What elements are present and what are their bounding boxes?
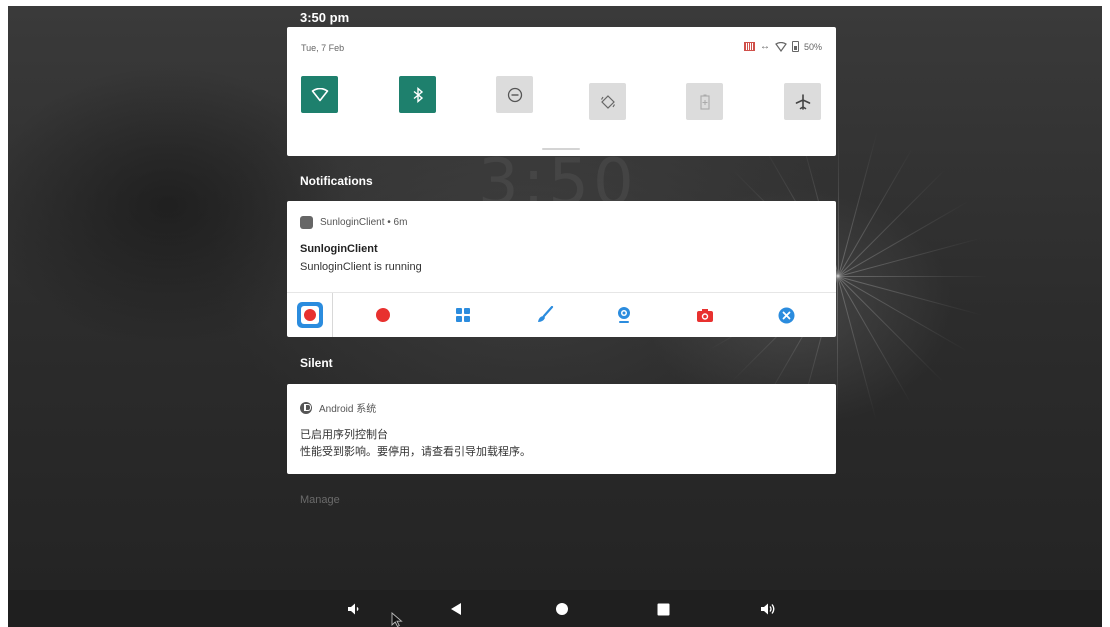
sunlogin-app-icon — [300, 216, 313, 229]
webcam-icon — [618, 307, 630, 323]
notification-text: 性能受到影响。要停用，请查看引导加载程序。 — [300, 446, 531, 458]
action-webcam[interactable] — [614, 305, 634, 325]
action-record[interactable] — [373, 305, 393, 325]
silent-header: Silent — [300, 356, 333, 370]
home-button[interactable] — [551, 598, 573, 620]
action-camera[interactable] — [695, 305, 715, 325]
status-bar-time: 3:50 pm — [300, 10, 350, 25]
back-button[interactable] — [445, 598, 467, 620]
battery-percent: 50% — [803, 41, 822, 52]
sim-card-icon — [743, 42, 755, 51]
mouse-cursor-icon — [391, 612, 403, 627]
auto-rotate-icon — [600, 94, 615, 109]
tile-wifi[interactable] — [301, 76, 338, 113]
tile-bluetooth[interactable] — [399, 76, 436, 113]
do-not-disturb-icon — [507, 87, 522, 102]
action-close[interactable] — [776, 305, 796, 325]
notification-app-row: SunloginClient • 6m — [300, 216, 407, 229]
action-brush[interactable] — [535, 305, 555, 325]
wifi-icon — [311, 87, 328, 101]
record-app-icon — [296, 302, 323, 328]
android-system-icon — [300, 401, 312, 414]
wifi-status-icon — [775, 41, 787, 52]
tile-auto-rotate[interactable] — [589, 83, 626, 120]
volume-down-button[interactable] — [343, 598, 365, 620]
brush-icon — [538, 306, 554, 322]
notification-app-row: Android 系统 — [300, 400, 376, 415]
data-transfer-icon: ↔ — [759, 41, 770, 52]
notification-app-name: Android 系统 — [319, 404, 377, 415]
navigation-bar — [8, 590, 1102, 627]
notification-title: 已启用序列控制台 — [300, 429, 388, 441]
action-record-app[interactable] — [287, 293, 333, 337]
close-circle-icon — [778, 307, 794, 323]
back-icon — [451, 603, 461, 615]
tile-airplane-mode[interactable] — [784, 83, 821, 120]
record-dot-icon — [376, 308, 390, 322]
notification-action-bar — [287, 292, 836, 337]
recents-button[interactable] — [652, 598, 674, 620]
manage-button[interactable]: Manage — [300, 494, 340, 506]
camera-icon — [697, 309, 713, 322]
panel-drag-handle[interactable] — [542, 148, 580, 150]
apps-grid-icon — [456, 308, 470, 322]
battery-saver-icon — [699, 94, 710, 110]
android-system-notification[interactable]: Android 系统 已启用序列控制台 性能受到影响。要停用，请查看引导加载程序… — [287, 384, 836, 474]
notifications-header: Notifications — [300, 174, 373, 188]
battery-icon — [791, 41, 799, 52]
airplane-icon — [795, 93, 810, 110]
quick-settings-panel[interactable]: Tue, 7 Feb ↔ 50% — [287, 27, 836, 156]
notification-text: SunloginClient is running — [300, 261, 422, 273]
sunlogin-notification[interactable]: SunloginClient • 6m SunloginClient Sunlo… — [287, 201, 836, 337]
tile-battery-saver[interactable] — [686, 83, 723, 120]
status-icons: ↔ 50% — [743, 41, 822, 52]
bluetooth-icon — [413, 86, 423, 103]
volume-up-button[interactable] — [757, 598, 779, 620]
action-apps[interactable] — [453, 305, 473, 325]
date-label: Tue, 7 Feb — [301, 43, 345, 53]
home-icon — [556, 603, 568, 615]
notification-app-line: SunloginClient • 6m — [320, 217, 408, 228]
tile-do-not-disturb[interactable] — [496, 76, 533, 113]
recents-icon — [657, 603, 669, 615]
volume-up-icon — [761, 603, 775, 615]
notification-title: SunloginClient — [300, 243, 378, 255]
volume-down-icon — [348, 603, 359, 615]
